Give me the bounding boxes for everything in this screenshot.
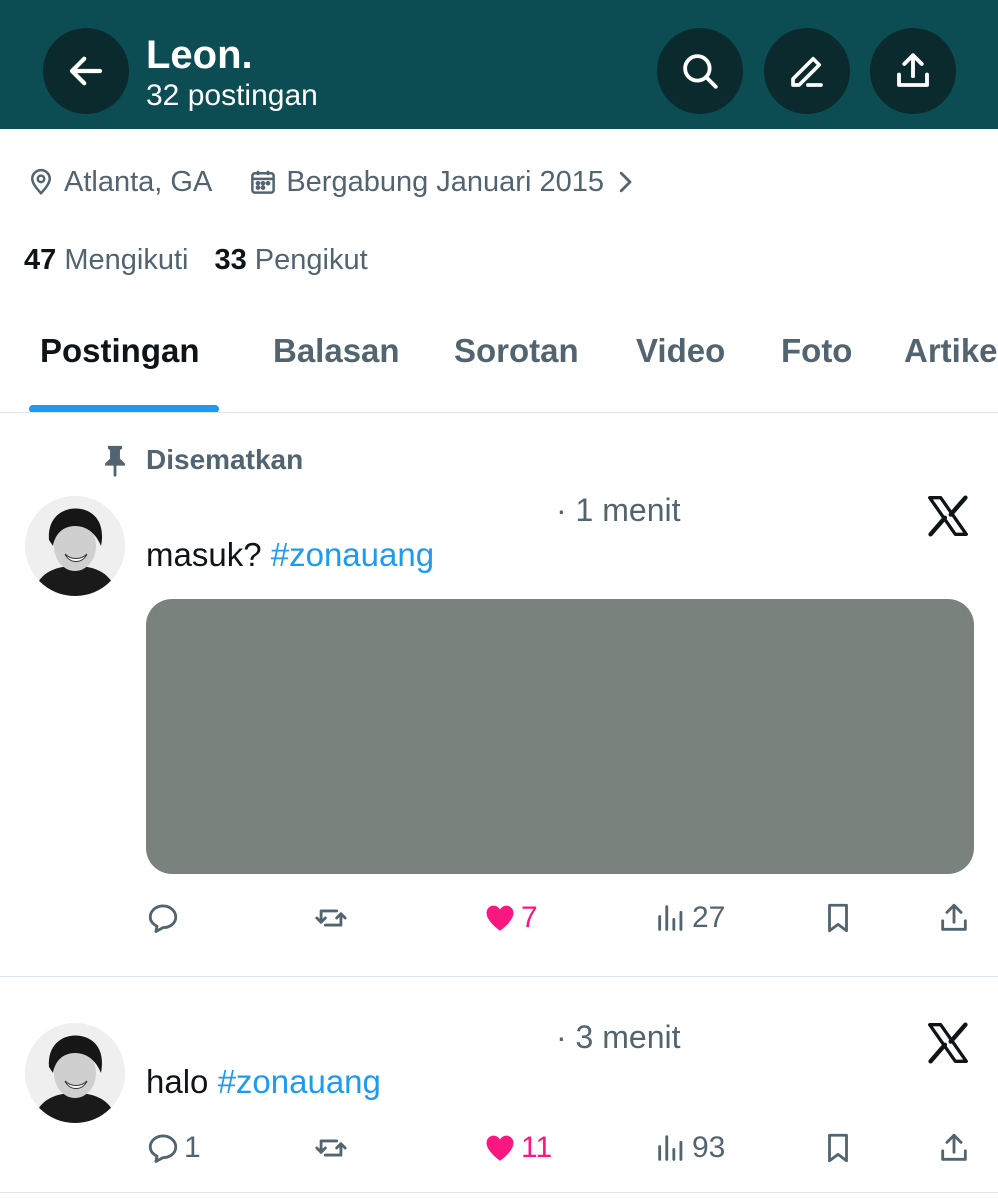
profile-header: Leon. 32 postingan xyxy=(0,0,998,129)
profile-tabs: Postingan Balasan Sorotan Video Foto Art… xyxy=(0,318,998,412)
repost-button[interactable] xyxy=(314,898,352,938)
avatar-photo xyxy=(25,496,125,596)
pin-icon xyxy=(105,445,125,477)
bookmark-icon xyxy=(828,1133,848,1163)
tab-highlights[interactable]: Sorotan xyxy=(454,332,579,370)
share-post-button[interactable] xyxy=(937,1128,971,1168)
bookmark-button[interactable] xyxy=(821,898,855,938)
chevron-right-icon xyxy=(619,171,632,193)
share-post-button[interactable] xyxy=(937,898,971,938)
repost-icon xyxy=(315,909,347,927)
reply-icon xyxy=(148,904,178,933)
profile-info: Atlanta, GA Bergabung Januari 2015 xyxy=(26,160,640,204)
repost-button[interactable] xyxy=(314,1128,352,1168)
analytics-icon xyxy=(658,905,683,931)
post-body: masuk? xyxy=(146,536,262,573)
avatar-photo xyxy=(25,1023,125,1123)
profile-name: Leon. xyxy=(146,33,253,77)
following-link[interactable]: 47 Mengikuti xyxy=(24,244,188,277)
arrow-left-icon xyxy=(69,56,103,86)
location-pin-icon xyxy=(30,168,52,196)
join-date[interactable]: Bergabung Januari 2015 xyxy=(248,166,640,199)
tab-replies[interactable]: Balasan xyxy=(273,332,400,370)
like-button[interactable]: 7 xyxy=(483,898,538,938)
view-count: 93 xyxy=(692,1131,726,1164)
tab-articles[interactable]: Artikel xyxy=(904,332,998,370)
tab-video[interactable]: Video xyxy=(636,332,725,370)
share-upload-icon xyxy=(941,1133,967,1161)
hashtag-link[interactable]: #zonauang xyxy=(218,1063,381,1100)
share-profile-button[interactable] xyxy=(870,28,956,114)
analytics-icon xyxy=(658,1135,683,1161)
followers-link[interactable]: 33 Pengikut xyxy=(214,244,367,277)
like-count: 11 xyxy=(521,1131,553,1164)
location: Atlanta, GA xyxy=(26,166,212,199)
search-icon xyxy=(683,54,718,89)
edit-pencil-icon xyxy=(791,56,823,87)
tab-posts[interactable]: Postingan xyxy=(40,332,200,370)
post-timestamp[interactable]: · 1 menit xyxy=(556,492,680,529)
calendar-icon xyxy=(251,170,276,194)
post-text: masuk? #zonauang xyxy=(146,536,434,574)
bookmark-button[interactable] xyxy=(821,1128,855,1168)
pinned-label: Disematkan xyxy=(100,440,303,480)
x-logo-icon[interactable] xyxy=(925,494,971,538)
avatar[interactable] xyxy=(25,496,125,596)
views-button[interactable]: 93 xyxy=(654,1128,725,1168)
follow-stats: 47 Mengikuti 33 Pengikut xyxy=(24,240,368,280)
like-count: 7 xyxy=(521,901,538,934)
post-count: 32 postingan xyxy=(146,79,318,112)
tab-photos[interactable]: Foto xyxy=(781,332,852,370)
reply-button[interactable]: 1 xyxy=(146,1128,201,1168)
avatar[interactable] xyxy=(25,1023,125,1123)
share-upload-icon xyxy=(941,903,967,931)
followers-count: 33 xyxy=(214,243,247,276)
post-divider xyxy=(0,976,998,977)
following-count: 47 xyxy=(24,243,57,276)
tabs-divider xyxy=(0,412,998,413)
search-button[interactable] xyxy=(657,28,743,114)
following-label: Mengikuti xyxy=(64,243,189,276)
post-divider xyxy=(0,1192,998,1193)
heart-filled-icon xyxy=(486,905,514,931)
heart-filled-icon xyxy=(486,1135,514,1161)
like-button[interactable]: 11 xyxy=(483,1128,552,1168)
post-media[interactable] xyxy=(146,599,974,874)
followers-label: Pengikut xyxy=(254,243,368,276)
reply-icon xyxy=(148,1134,178,1163)
join-date-text: Bergabung Januari 2015 xyxy=(286,165,604,198)
views-button[interactable]: 27 xyxy=(654,898,725,938)
hashtag-link[interactable]: #zonauang xyxy=(271,536,434,573)
view-count: 27 xyxy=(692,901,726,934)
share-upload-icon xyxy=(897,53,929,87)
reply-button[interactable] xyxy=(146,898,184,938)
bookmark-icon xyxy=(828,903,848,933)
pinned-text: Disematkan xyxy=(146,444,304,475)
post-body: halo xyxy=(146,1063,209,1100)
location-text: Atlanta, GA xyxy=(64,165,213,198)
post-timestamp[interactable]: · 3 menit xyxy=(556,1019,680,1056)
x-logo-icon[interactable] xyxy=(925,1021,971,1065)
repost-icon xyxy=(315,1139,347,1157)
back-button[interactable] xyxy=(43,28,129,114)
reply-count: 1 xyxy=(184,1131,201,1164)
edit-button[interactable] xyxy=(764,28,850,114)
post-text: halo #zonauang xyxy=(146,1063,381,1101)
